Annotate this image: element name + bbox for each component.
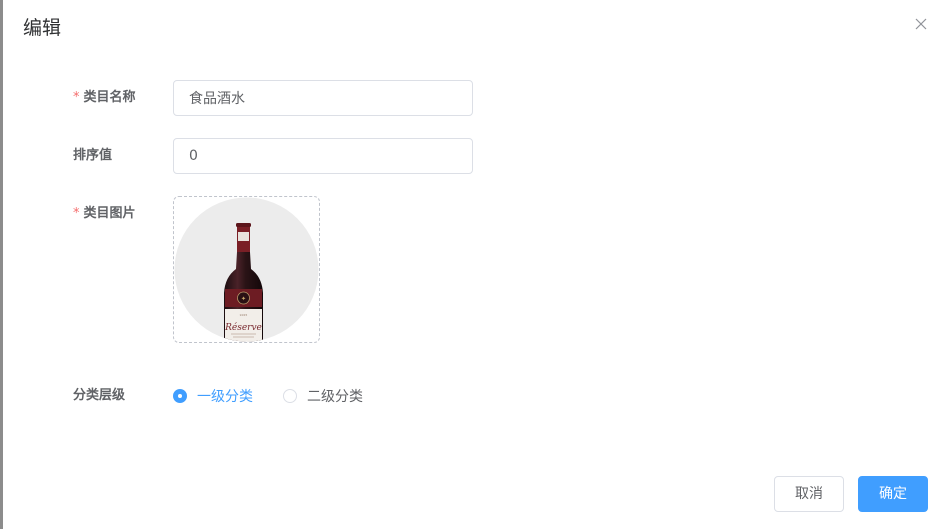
sort-value-input[interactable] (173, 138, 473, 174)
edit-dialog: 编辑 *类目名称 排序值 *类目图片 (3, 0, 941, 529)
radio-level-2[interactable]: 二级分类 (283, 386, 363, 406)
required-mark: * (73, 206, 80, 221)
level-label-text: 分类层级 (73, 388, 126, 403)
svg-text:2015: 2015 (240, 313, 248, 317)
radio-level-1[interactable]: 一级分类 (173, 386, 253, 406)
svg-text:✦: ✦ (241, 296, 246, 303)
radio-level-2-label: 二级分类 (307, 389, 363, 405)
radio-level-1-label: 一级分类 (197, 389, 253, 405)
confirm-button[interactable]: 确定 (858, 476, 928, 512)
category-image-label: * 类目图片 (73, 204, 136, 224)
sort-value-label-text: 排序值 (73, 148, 113, 163)
category-image-label-text: 类目图片 (83, 206, 136, 221)
required-mark: * (73, 90, 80, 105)
image-uploader[interactable]: ✦ 2015 Réserve (173, 196, 320, 343)
level-radio-group: 一级分类 二级分类 (173, 386, 393, 406)
level-label: 分类层级 (73, 386, 125, 406)
wine-bottle-icon: ✦ 2015 Réserve (174, 197, 319, 342)
radio-checked-icon[interactable] (173, 389, 187, 403)
category-name-label-text: 类目名称 (83, 90, 136, 105)
category-name-label: * 类目名称 (73, 88, 136, 108)
bottle-label-text: Réserve (224, 322, 262, 333)
radio-unchecked-icon[interactable] (283, 389, 297, 403)
sort-value-label: 排序值 (73, 146, 112, 166)
category-name-input[interactable] (173, 80, 473, 116)
cancel-button[interactable]: 取消 (774, 476, 844, 512)
dialog-title: 编辑 (23, 17, 62, 39)
close-icon[interactable] (913, 16, 929, 32)
